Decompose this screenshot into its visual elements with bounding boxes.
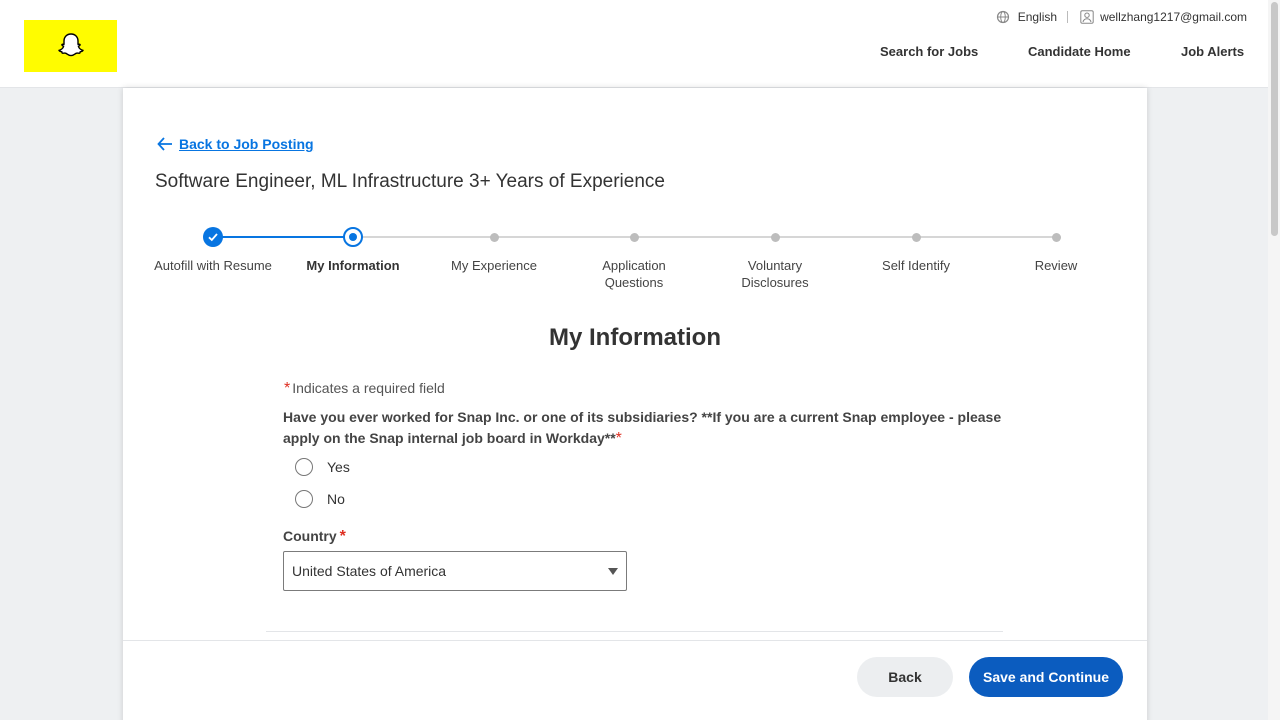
question-text: Have you ever worked for Snap Inc. or on… [283, 409, 1002, 446]
nav-job-alerts[interactable]: Job Alerts [1181, 44, 1244, 59]
language-selector[interactable]: English [1018, 10, 1057, 24]
globe-icon[interactable] [996, 10, 1010, 24]
nav-search-for-jobs[interactable]: Search for Jobs [880, 44, 978, 59]
back-to-job-posting-link[interactable]: Back to Job Posting [157, 136, 314, 152]
step-dot [911, 232, 921, 242]
required-marker: * [284, 380, 291, 397]
step-dot [770, 232, 780, 242]
ghost-icon [57, 33, 84, 57]
back-button[interactable]: Back [857, 657, 953, 697]
prior-employment-question: Have you ever worked for Snap Inc. or on… [283, 407, 1003, 449]
step-label: My Information [306, 258, 400, 273]
save-and-continue-button[interactable]: Save and Continue [969, 657, 1123, 697]
current-step-indicator [343, 227, 363, 247]
step-autofill-with-resume: Autofill with Resume [143, 226, 283, 274]
step-dot [489, 232, 499, 242]
utility-bar: English wellzhang1217@gmail.com [996, 10, 1247, 24]
top-header: English wellzhang1217@gmail.com Search f… [0, 0, 1280, 88]
nav-candidate-home[interactable]: Candidate Home [1028, 44, 1131, 59]
required-marker: * [339, 528, 346, 545]
user-email[interactable]: wellzhang1217@gmail.com [1100, 10, 1247, 24]
radio-label: No [327, 491, 345, 507]
step-my-information: My Information [283, 226, 423, 274]
check-icon [203, 227, 223, 247]
radio-button[interactable] [295, 458, 313, 476]
radio-option-yes[interactable]: Yes [295, 458, 350, 476]
step-review: Review [986, 226, 1126, 274]
required-note-text: Indicates a required field [292, 380, 445, 396]
job-title: Software Engineer, ML Infrastructure 3+ … [155, 171, 665, 192]
country-select-value: United States of America [292, 563, 447, 579]
step-voluntary-disclosures: Voluntary Disclosures [705, 226, 845, 291]
snapchat-logo[interactable] [24, 20, 117, 72]
section-divider [266, 631, 1003, 632]
step-label: Application Questions [602, 258, 666, 290]
scrollbar[interactable] [1268, 0, 1280, 720]
back-link-label[interactable]: Back to Job Posting [179, 136, 314, 152]
user-icon[interactable] [1080, 10, 1094, 24]
step-application-questions: Application Questions [564, 226, 704, 291]
section-title: My Information [549, 324, 721, 351]
step-label: Autofill with Resume [154, 258, 272, 273]
step-my-experience: My Experience [424, 226, 564, 274]
country-label: Country * [283, 528, 348, 546]
arrow-left-icon[interactable] [157, 137, 173, 151]
required-field-note: * Indicates a required field [284, 380, 445, 398]
country-label-text: Country [283, 528, 337, 544]
step-self-identify: Self Identify [846, 226, 986, 274]
scrollbar-thumb[interactable] [1271, 2, 1278, 236]
step-label: Self Identify [882, 258, 950, 273]
radio-button[interactable] [295, 490, 313, 508]
country-select[interactable]: United States of America [283, 551, 627, 591]
required-marker: * [615, 430, 622, 447]
step-label: My Experience [451, 258, 537, 273]
caret-down-icon [608, 567, 618, 575]
step-label: Voluntary Disclosures [741, 258, 809, 290]
step-label: Review [1034, 258, 1078, 273]
step-dot [629, 232, 639, 242]
divider [1067, 11, 1069, 23]
radio-label: Yes [327, 459, 350, 475]
footer-divider [123, 640, 1147, 641]
step-dot [1051, 232, 1061, 242]
radio-option-no[interactable]: No [295, 490, 345, 508]
progress-stepper: Autofill with Resume My Information My E… [143, 226, 1127, 296]
